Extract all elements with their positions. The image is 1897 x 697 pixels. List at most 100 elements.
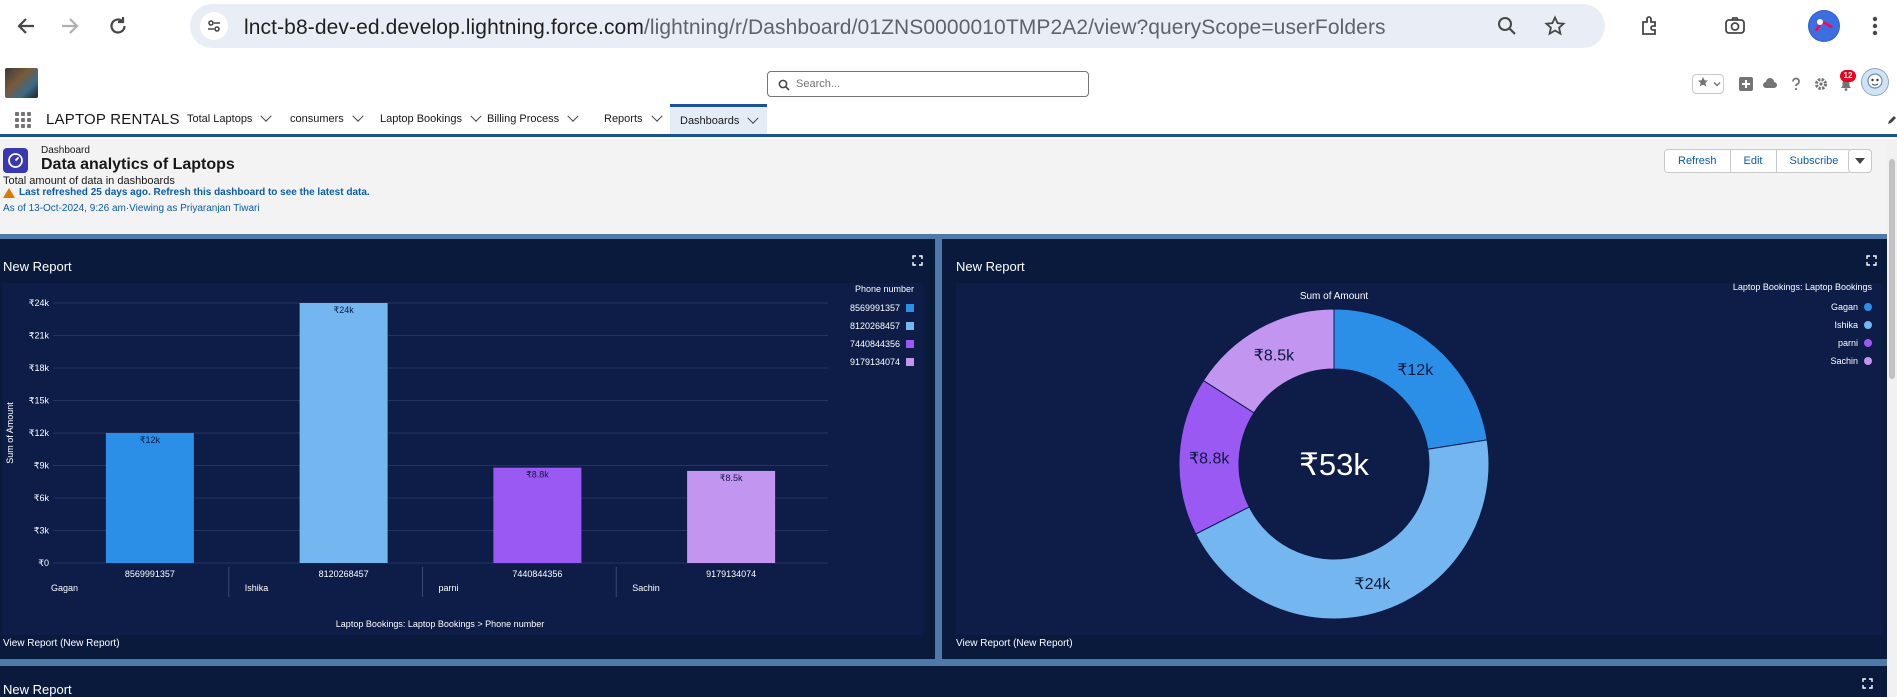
x-tick-label: 7440844356 [512, 569, 562, 579]
widget-title: New Report [3, 682, 72, 697]
slice-data-label: ₹8.5k [1254, 347, 1295, 364]
refresh-warning: Last refreshed 25 days ago. Refresh this… [3, 187, 370, 198]
tab-label: Total Laptops [187, 113, 253, 125]
dashboard-canvas: New Report ₹0 ₹3k ₹6k ₹9k ₹12k ₹15k ₹18k ₹21k ₹2… [0, 234, 1887, 697]
chevron-down-icon[interactable] [747, 112, 759, 124]
dashboard-title: Data analytics of Laptops [41, 156, 235, 173]
tab-dashboards[interactable]: Dashboards [670, 104, 768, 134]
extensions-icon[interactable] [1634, 10, 1666, 42]
global-search-box[interactable] [767, 71, 1089, 97]
legend-label: 8569991357 [850, 303, 900, 313]
bar-chart-area: ₹0 ₹3k ₹6k ₹9k ₹12k ₹15k ₹18k ₹21k ₹24k Sum of Am… [3, 283, 923, 635]
widget-title: New Report [3, 259, 72, 274]
third-report-widget: New Report [0, 666, 1887, 697]
zoom-icon[interactable] [1495, 14, 1519, 38]
global-actions-icon[interactable] [1736, 74, 1756, 94]
tab-label: Reports [604, 113, 643, 125]
tab-label: Billing Process [487, 113, 560, 125]
chart-title: Sum of Amount [1300, 291, 1369, 302]
bar [493, 467, 582, 563]
y-tick-label: ₹3k [34, 526, 50, 536]
chevron-down-icon[interactable] [260, 110, 273, 122]
app-navigation-bar: LAPTOP RENTALS Total Laptops consumers L… [0, 104, 1897, 137]
url-path: /lightning/r/Dashboard/01ZNS0000010TMP2A… [643, 16, 1386, 39]
help-icon[interactable] [1786, 74, 1806, 94]
trailhead-icon[interactable] [1760, 74, 1780, 94]
donut-chart: ₹12k ₹24k ₹8.8k ₹8.5k Sum of Amount ₹53k Lapto… [1178, 282, 1873, 620]
x-axis-label: Laptop Bookings: Laptop Bookings > Phone… [336, 619, 544, 629]
edit-nav-pencil-icon[interactable] [1887, 114, 1897, 128]
view-report-link[interactable]: View Report (New Report) [3, 638, 120, 649]
y-tick-label: ₹12k [29, 428, 50, 438]
legend-swatch [1864, 339, 1872, 347]
dashboard-header: Dashboard Data analytics of Laptops Tota… [0, 139, 1897, 234]
page-scrollbar[interactable] [1887, 139, 1897, 697]
back-icon[interactable] [12, 12, 40, 40]
tab-label: consumers [290, 113, 344, 125]
forward-icon[interactable] [56, 12, 84, 40]
tab-laptop-bookings[interactable]: Laptop Bookings [380, 104, 482, 134]
expand-icon[interactable] [1866, 255, 1877, 269]
legend-label: Ishika [1834, 320, 1858, 330]
address-bar[interactable]: lnct-b8-dev-ed.develop.lightning.force.c… [190, 4, 1605, 48]
donut-chart-widget: New Report ₹12k ₹24k ₹8.8k ₹8.5k Sum of Amou… [942, 239, 1887, 659]
legend-title: Laptop Bookings: Laptop Bookings [1733, 283, 1873, 292]
view-report-link[interactable]: View Report (New Report) [956, 638, 1073, 649]
warning-icon [3, 187, 15, 198]
browser-menu-icon[interactable] [1859, 10, 1891, 42]
expand-icon[interactable] [1862, 678, 1873, 692]
edit-button[interactable]: Edit [1730, 150, 1777, 172]
y-axis-label: Sum of Amount [5, 402, 15, 464]
y-tick-label: ₹9k [34, 461, 50, 471]
slice-data-label: ₹24k [1354, 576, 1391, 593]
setup-gear-icon[interactable] [1811, 74, 1831, 94]
chevron-down-icon [1855, 158, 1865, 164]
search-input[interactable] [796, 76, 1076, 92]
chevron-down-icon[interactable] [470, 110, 482, 122]
tab-consumers[interactable]: consumers [290, 104, 364, 134]
app-launcher-icon[interactable] [15, 112, 31, 128]
donut-slice [1333, 308, 1488, 450]
bookmark-star-icon[interactable] [1543, 14, 1567, 38]
scrollbar-thumb[interactable] [1889, 159, 1895, 379]
legend-label: Sachin [1830, 356, 1858, 366]
expand-icon[interactable] [912, 255, 923, 269]
legend-swatch [1864, 303, 1872, 311]
reload-icon[interactable] [104, 12, 132, 40]
as-of-timestamp: As of 13-Oct-2024, 9:26 am·Viewing as Pr… [3, 203, 260, 214]
site-settings-icon[interactable] [200, 12, 228, 40]
tab-billing-process[interactable]: Billing Process [487, 104, 579, 134]
group-label: Sachin [632, 583, 660, 593]
chevron-down-icon[interactable] [352, 110, 364, 122]
org-logo[interactable] [5, 68, 38, 98]
x-tick-label: 9179134074 [706, 569, 756, 579]
y-tick-label: ₹24k [29, 298, 50, 308]
group-label: Ishika [245, 583, 269, 593]
favorites-star-icon [1697, 75, 1709, 93]
refresh-button[interactable]: Refresh [1665, 150, 1731, 172]
bar [687, 470, 776, 563]
legend-swatch [906, 340, 914, 348]
widget-title: New Report [956, 259, 1025, 274]
bar-chart-widget: New Report ₹0 ₹3k ₹6k ₹9k ₹12k ₹15k ₹18k ₹21k ₹2… [0, 239, 935, 659]
favorites-dropdown-icon[interactable] [1713, 75, 1721, 93]
tab-reports[interactable]: Reports [604, 104, 663, 134]
x-tick-label: 8569991357 [125, 569, 175, 579]
dashboard-icon [3, 148, 28, 173]
bar-data-label: ₹8.8k [526, 470, 549, 480]
profile-avatar[interactable] [1808, 10, 1840, 42]
favorites-button[interactable] [1692, 74, 1724, 94]
legend-label: 8120268457 [850, 321, 900, 331]
chevron-down-icon[interactable] [567, 110, 579, 122]
user-avatar[interactable] [1861, 68, 1889, 96]
legend-swatch [906, 322, 914, 330]
legend-label: 9179134074 [850, 357, 900, 367]
y-tick-label: ₹6k [34, 493, 50, 503]
tab-total-laptops[interactable]: Total Laptops [187, 104, 273, 134]
legend-label: Gagan [1831, 302, 1858, 312]
screenshot-lens-icon[interactable] [1719, 10, 1751, 42]
more-actions-button[interactable] [1848, 149, 1872, 173]
group-label: parni [439, 583, 459, 593]
subscribe-button[interactable]: Subscribe [1776, 150, 1852, 172]
chevron-down-icon[interactable] [650, 110, 663, 122]
